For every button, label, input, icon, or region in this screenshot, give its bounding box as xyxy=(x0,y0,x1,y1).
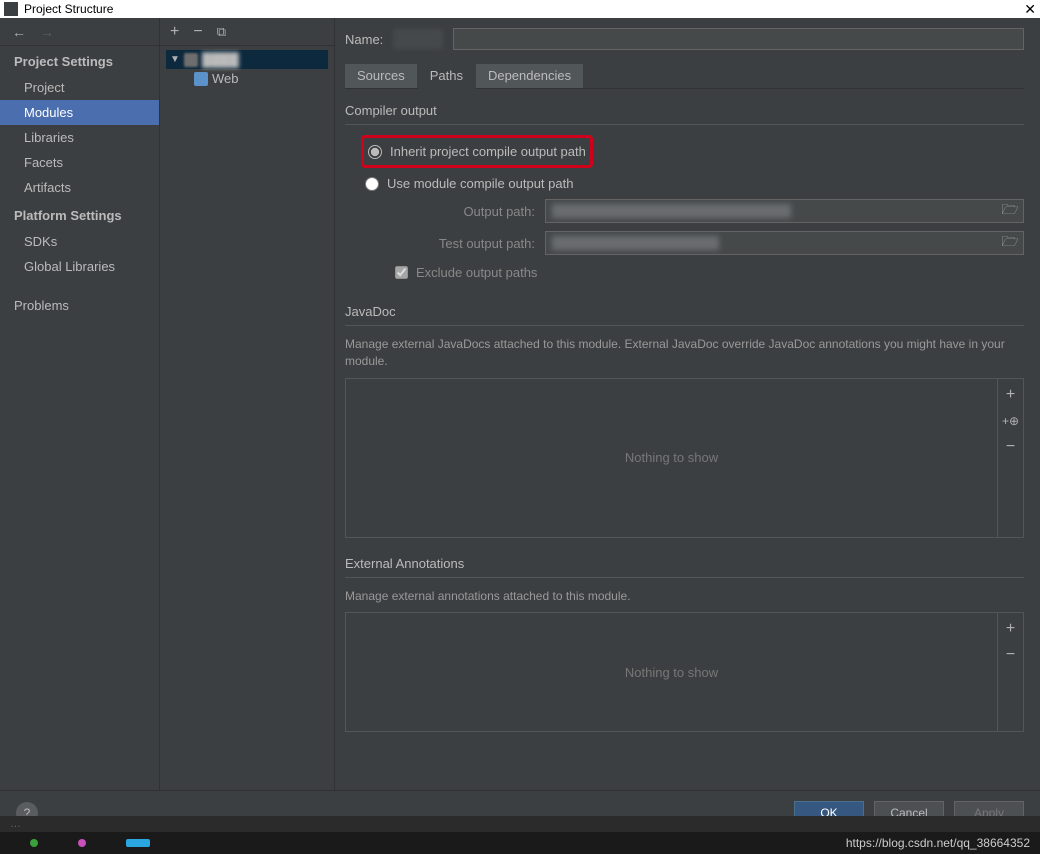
content-panel: Name: Sources Paths Dependencies Compile… xyxy=(335,18,1040,790)
javadoc-title: JavaDoc xyxy=(345,304,1024,319)
sidebar-item-project[interactable]: Project xyxy=(0,75,159,100)
test-output-path-input[interactable]: 🗁 xyxy=(545,231,1024,255)
module-path-radio-label: Use module compile output path xyxy=(387,176,573,191)
tab-paths[interactable]: Paths xyxy=(418,64,476,89)
inherit-radio[interactable] xyxy=(368,145,382,159)
remove-icon[interactable]: − xyxy=(1001,437,1021,457)
watermark-text: https://blog.csdn.net/qq_38664352 xyxy=(846,836,1030,850)
exclude-check-row[interactable]: Exclude output paths xyxy=(345,259,1024,286)
blurred-path xyxy=(552,236,719,250)
tab-sources[interactable]: Sources xyxy=(345,64,418,88)
module-path-radio-row[interactable]: Use module compile output path xyxy=(345,172,1024,195)
compiler-output-title: Compiler output xyxy=(345,103,1024,118)
javadoc-empty-label: Nothing to show xyxy=(346,379,997,537)
tree-web-label: Web xyxy=(212,71,239,86)
module-path-radio[interactable] xyxy=(365,177,379,191)
test-output-path-label: Test output path: xyxy=(395,236,535,251)
javadoc-listbox: Nothing to show + +⊕ − xyxy=(345,378,1024,538)
module-tree: + − ⧉ ▼ ████ Web xyxy=(160,18,335,790)
project-settings-header: Project Settings xyxy=(0,46,159,75)
remove-icon[interactable]: − xyxy=(193,23,202,41)
settings-sidebar: ← → Project Settings Project Modules Lib… xyxy=(0,18,160,790)
window-title: Project Structure xyxy=(24,2,113,16)
name-input[interactable] xyxy=(453,28,1024,50)
divider xyxy=(345,577,1024,578)
divider xyxy=(345,124,1024,125)
module-tabs: Sources Paths Dependencies xyxy=(345,64,1024,89)
sidebar-item-modules[interactable]: Modules xyxy=(0,100,159,125)
tree-item-web[interactable]: Web xyxy=(166,69,328,88)
sidebar-item-facets[interactable]: Facets xyxy=(0,150,159,175)
module-name-label: ████ xyxy=(202,52,239,67)
output-path-input[interactable]: 🗁 xyxy=(545,199,1024,223)
task-icon[interactable] xyxy=(126,839,150,847)
add-icon[interactable]: + xyxy=(1001,385,1021,405)
add-url-icon[interactable]: +⊕ xyxy=(1001,411,1021,431)
web-icon xyxy=(194,72,208,86)
name-short-value xyxy=(393,29,443,49)
module-icon xyxy=(184,53,198,67)
ext-annotations-title: External Annotations xyxy=(345,556,1024,571)
folder-icon[interactable]: 🗁 xyxy=(999,232,1021,254)
add-icon[interactable]: + xyxy=(1001,619,1021,639)
divider xyxy=(345,325,1024,326)
tree-module-root[interactable]: ▼ ████ xyxy=(166,50,328,69)
add-icon[interactable]: + xyxy=(170,23,179,41)
sidebar-item-problems[interactable]: Problems xyxy=(0,293,159,318)
ext-annotations-description: Manage external annotations attached to … xyxy=(345,588,1024,605)
exclude-check-label: Exclude output paths xyxy=(416,265,537,280)
ext-annotations-listbox: Nothing to show + − xyxy=(345,612,1024,732)
highlight-annotation: Inherit project compile output path xyxy=(361,135,593,168)
nav-back-icon[interactable]: ← xyxy=(12,24,26,40)
javadoc-description: Manage external JavaDocs attached to thi… xyxy=(345,336,1024,370)
exclude-checkbox[interactable] xyxy=(395,266,408,279)
inherit-radio-label: Inherit project compile output path xyxy=(390,144,586,159)
tab-dependencies[interactable]: Dependencies xyxy=(476,64,584,88)
titlebar: Project Structure ✕ xyxy=(0,0,1040,18)
ext-annotations-empty-label: Nothing to show xyxy=(346,613,997,731)
task-icon[interactable] xyxy=(30,839,38,847)
folder-icon[interactable]: 🗁 xyxy=(999,200,1021,222)
close-icon[interactable]: ✕ xyxy=(1024,1,1036,18)
remove-icon[interactable]: − xyxy=(1001,645,1021,665)
platform-settings-header: Platform Settings xyxy=(0,200,159,229)
chevron-down-icon[interactable]: ▼ xyxy=(170,54,180,65)
blurred-path xyxy=(552,204,791,218)
nav-forward-icon[interactable]: → xyxy=(40,24,54,40)
sidebar-item-sdks[interactable]: SDKs xyxy=(0,229,159,254)
task-icon[interactable] xyxy=(78,839,86,847)
app-icon xyxy=(4,2,18,16)
inherit-radio-row[interactable]: Inherit project compile output path xyxy=(368,140,586,163)
name-label: Name: xyxy=(345,32,383,47)
sidebar-item-artifacts[interactable]: Artifacts xyxy=(0,175,159,200)
ide-statusbar: … xyxy=(0,816,1040,832)
output-path-label: Output path: xyxy=(395,204,535,219)
sidebar-item-libraries[interactable]: Libraries xyxy=(0,125,159,150)
copy-icon[interactable]: ⧉ xyxy=(217,24,226,40)
sidebar-item-global-libraries[interactable]: Global Libraries xyxy=(0,254,159,279)
